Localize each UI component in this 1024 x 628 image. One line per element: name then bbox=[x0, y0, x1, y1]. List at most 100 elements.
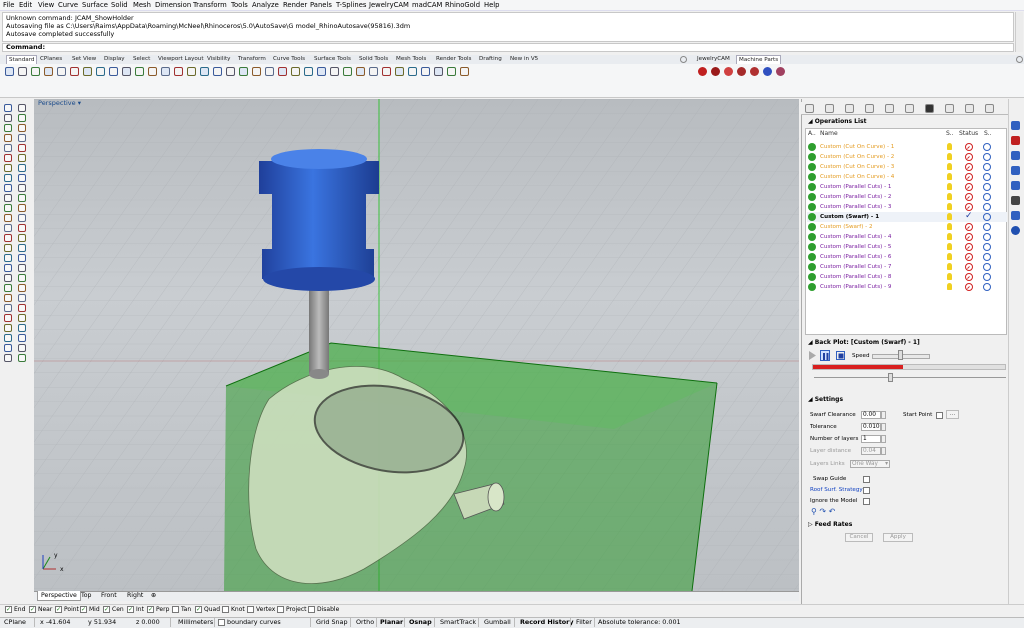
left-tool-icon[interactable] bbox=[4, 154, 12, 162]
left-tool-icon[interactable] bbox=[18, 124, 26, 132]
osnap-toggle[interactable]: Osnap bbox=[409, 618, 432, 627]
left-tool-icon[interactable] bbox=[18, 324, 26, 332]
panel-tab-icon[interactable] bbox=[965, 104, 974, 113]
tab-jewelrycam[interactable]: JewelryCAM bbox=[697, 55, 730, 64]
tab-top[interactable]: Top bbox=[78, 591, 94, 601]
osnap-checkbox[interactable] bbox=[247, 606, 254, 613]
play-button[interactable] bbox=[808, 351, 816, 360]
ignore-model-checkbox[interactable] bbox=[863, 498, 870, 505]
position-slider[interactable] bbox=[814, 377, 1006, 378]
refresh-icon[interactable] bbox=[983, 203, 991, 211]
operation-row[interactable]: Custom (Parallel Cuts) - 1 bbox=[807, 182, 1007, 192]
tool-icon[interactable] bbox=[317, 67, 326, 76]
left-tool-icon[interactable] bbox=[18, 144, 26, 152]
left-tool-icon[interactable] bbox=[4, 124, 12, 132]
left-tool-icon[interactable] bbox=[18, 114, 26, 122]
osnap-checkbox[interactable]: ✓ bbox=[55, 606, 62, 613]
tolerance-stepper[interactable] bbox=[881, 423, 886, 431]
machine-part-icon[interactable] bbox=[711, 67, 720, 76]
left-tool-icon[interactable] bbox=[4, 354, 12, 362]
tool-icon[interactable] bbox=[252, 67, 261, 76]
left-tool-icon[interactable] bbox=[18, 104, 26, 112]
grid-snap-toggle[interactable]: Grid Snap bbox=[316, 618, 348, 627]
history-scrollbar[interactable] bbox=[1015, 12, 1023, 52]
left-tool-icon[interactable] bbox=[18, 274, 26, 282]
lightbulb-icon[interactable] bbox=[947, 223, 952, 230]
operation-row[interactable]: Custom (Cut On Curve) - 3 bbox=[807, 162, 1007, 172]
lightbulb-icon[interactable] bbox=[947, 203, 952, 210]
tab-machine-parts[interactable]: Machine Parts bbox=[736, 55, 782, 64]
operation-row[interactable]: Custom (Parallel Cuts) - 5 bbox=[807, 242, 1007, 252]
tab-select[interactable]: Select bbox=[133, 55, 150, 64]
tool-icon[interactable] bbox=[148, 67, 157, 76]
menu-curve[interactable]: Curve bbox=[58, 1, 78, 9]
tool-icon[interactable] bbox=[434, 67, 443, 76]
osnap-checkbox[interactable]: ✓ bbox=[5, 606, 12, 613]
layer-distance-stepper[interactable] bbox=[881, 447, 886, 455]
osnap-tan[interactable]: Tan bbox=[172, 606, 191, 613]
tab-visibility[interactable]: Visibility bbox=[207, 55, 230, 64]
lightbulb-icon[interactable] bbox=[947, 273, 952, 280]
refresh-icon[interactable] bbox=[983, 223, 991, 231]
tool-icon[interactable] bbox=[291, 67, 300, 76]
layer-distance-input[interactable]: 0.04 bbox=[861, 447, 881, 455]
tool-icon[interactable] bbox=[70, 67, 79, 76]
tab-surface-tools[interactable]: Surface Tools bbox=[314, 55, 351, 64]
menu-jewelrycam[interactable]: JewelryCAM bbox=[369, 1, 409, 9]
osnap-checkbox[interactable]: ✓ bbox=[103, 606, 110, 613]
tool-icon[interactable] bbox=[31, 67, 40, 76]
menu-view[interactable]: View bbox=[38, 1, 54, 9]
left-tool-icon[interactable] bbox=[4, 134, 12, 142]
panel-tab-icon[interactable] bbox=[945, 104, 954, 113]
tab-set-view[interactable]: Set View bbox=[72, 55, 96, 64]
menu-dimension[interactable]: Dimension bbox=[155, 1, 191, 9]
left-tool-icon[interactable] bbox=[4, 274, 12, 282]
check-circle-icon[interactable] bbox=[808, 233, 816, 241]
osnap-quad[interactable]: ✓ Quad bbox=[195, 606, 220, 613]
tool-icon[interactable] bbox=[447, 67, 456, 76]
osnap-project[interactable]: Project bbox=[277, 606, 307, 613]
left-tool-icon[interactable] bbox=[4, 304, 12, 312]
tab-new-in-v5[interactable]: New in V5 bbox=[510, 55, 538, 64]
tool-icon[interactable] bbox=[278, 67, 287, 76]
col-header-a[interactable]: A.. bbox=[808, 130, 816, 137]
operation-row[interactable]: Custom (Parallel Cuts) - 7 bbox=[807, 262, 1007, 272]
tab-solid-tools[interactable]: Solid Tools bbox=[359, 55, 388, 64]
tab-render-tools[interactable]: Render Tools bbox=[436, 55, 471, 64]
cancel-button[interactable]: Cancel bbox=[845, 533, 873, 542]
start-point-checkbox[interactable] bbox=[936, 412, 943, 419]
left-tool-icon[interactable] bbox=[18, 154, 26, 162]
tool-icon[interactable] bbox=[421, 67, 430, 76]
pause-button[interactable] bbox=[820, 350, 830, 361]
left-tool-icon[interactable] bbox=[4, 314, 12, 322]
left-tool-icon[interactable] bbox=[18, 254, 26, 262]
machine-part-icon[interactable] bbox=[698, 67, 707, 76]
lightbulb-icon[interactable] bbox=[947, 243, 952, 250]
status-layer[interactable]: boundary curves bbox=[218, 618, 281, 627]
menu-help[interactable]: Help bbox=[484, 1, 500, 9]
panel-tab-icon[interactable] bbox=[925, 104, 934, 113]
check-circle-icon[interactable] bbox=[808, 273, 816, 281]
check-circle-icon[interactable] bbox=[808, 173, 816, 181]
left-tool-icon[interactable] bbox=[18, 234, 26, 242]
osnap-disable[interactable]: Disable bbox=[308, 606, 339, 613]
tab-standard[interactable]: Standard bbox=[6, 55, 38, 64]
swarf-clearance-input[interactable]: 0.00 bbox=[861, 411, 881, 419]
operation-row[interactable]: Custom (Parallel Cuts) - 3 bbox=[807, 202, 1007, 212]
refresh-icon[interactable] bbox=[983, 173, 991, 181]
gear-icon[interactable] bbox=[1016, 56, 1023, 63]
refresh-icon[interactable] bbox=[983, 283, 991, 291]
left-tool-icon[interactable] bbox=[4, 344, 12, 352]
refresh-icon[interactable] bbox=[983, 183, 991, 191]
osnap-checkbox[interactable] bbox=[277, 606, 284, 613]
refresh-icon[interactable] bbox=[983, 263, 991, 271]
machine-part-icon[interactable] bbox=[724, 67, 733, 76]
osnap-checkbox[interactable] bbox=[222, 606, 229, 613]
menu-edit[interactable]: Edit bbox=[19, 1, 32, 9]
osnap-checkbox[interactable]: ✓ bbox=[29, 606, 36, 613]
operation-row[interactable]: Custom (Parallel Cuts) - 8 bbox=[807, 272, 1007, 282]
refresh-icon[interactable] bbox=[983, 153, 991, 161]
menu-madcam[interactable]: madCAM bbox=[412, 1, 442, 9]
col-header-s2[interactable]: S.. bbox=[984, 130, 992, 137]
left-tool-icon[interactable] bbox=[18, 334, 26, 342]
